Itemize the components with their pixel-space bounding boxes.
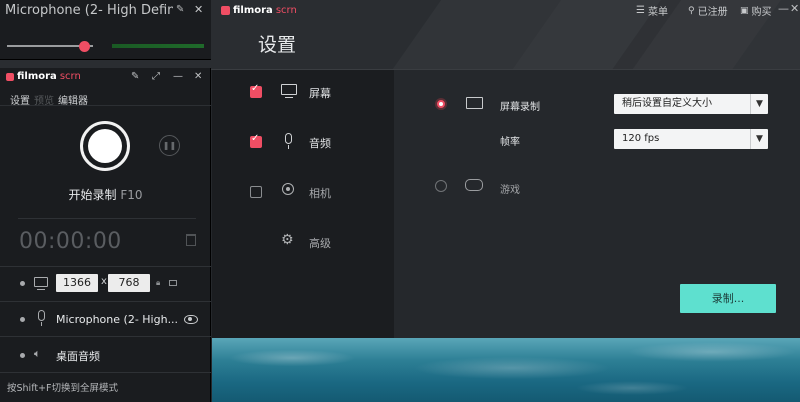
- buy-label: 购买: [751, 7, 772, 18]
- screen-size-select[interactable]: 稍后设置自定义大小 ▼: [614, 94, 768, 114]
- gamepad-icon: [465, 179, 483, 191]
- eye-icon[interactable]: [184, 315, 198, 324]
- record-button[interactable]: 录制...: [680, 284, 776, 313]
- desktop-audio-label[interactable]: 桌面音频: [56, 348, 100, 364]
- fullscreen-icon: [466, 97, 483, 109]
- filmora-logo-icon: [6, 72, 14, 81]
- filmora-logo-icon: [221, 6, 230, 15]
- aspect-icon[interactable]: [169, 280, 177, 286]
- close-button[interactable]: ✕: [790, 2, 799, 15]
- nav-label-screen: 屏幕: [309, 87, 331, 100]
- monitor-stand: [285, 97, 293, 98]
- cart-icon: ▣: [740, 5, 749, 16]
- screen-record-radio[interactable]: [435, 98, 447, 110]
- height-input[interactable]: 768: [108, 274, 150, 292]
- microphone-volume-knob[interactable]: [79, 41, 90, 52]
- buy-button[interactable]: ▣ 购买: [740, 3, 772, 19]
- gear-icon: ⚙: [281, 232, 294, 248]
- recorder-window: filmora scrn ✎ ⤢ — ✕ 设置 预览 编辑器 ❚❚ 开始录制 F…: [0, 68, 211, 402]
- microphone-window-title: Microphone (2- High Defini: [5, 3, 173, 18]
- divider: [0, 336, 211, 337]
- monitor-stand: [37, 289, 45, 290]
- microphone-icon: [38, 310, 45, 321]
- pause-button[interactable]: ❚❚: [159, 135, 180, 156]
- divider: [18, 218, 196, 219]
- start-record-shortcut: F10: [120, 188, 143, 202]
- chevron-down-icon: ▼: [750, 94, 768, 114]
- frame-rate-select[interactable]: 120 fps ▼: [614, 129, 768, 149]
- register-button[interactable]: ⚲ 已注册: [688, 3, 728, 19]
- divider: [0, 372, 211, 373]
- nav-label-camera: 相机: [309, 187, 331, 200]
- menu-button[interactable]: ☰ 菜单: [636, 3, 668, 18]
- game-label: 游戏: [500, 185, 520, 196]
- expand-icon[interactable]: ⤢: [152, 71, 160, 82]
- audio-checkbox[interactable]: [250, 133, 262, 148]
- hamburger-icon: ☰: [636, 5, 645, 16]
- start-record-button[interactable]: [80, 121, 130, 171]
- row-bullet: [20, 317, 25, 322]
- settings-nav: [212, 70, 394, 338]
- screen-record-label: 屏幕录制: [500, 102, 540, 113]
- trash-icon[interactable]: [186, 234, 196, 246]
- page-title: 设置: [258, 34, 297, 56]
- record-timer: 00:00:00: [19, 229, 122, 254]
- speaker-icon: 🔈︎: [34, 347, 41, 360]
- register-label: 已注册: [697, 7, 728, 18]
- divider: [0, 266, 211, 267]
- nav-label-audio: 音频: [309, 137, 331, 150]
- frame-rate-value: 120 fps: [622, 133, 660, 144]
- recorder-logo: filmora scrn: [6, 71, 81, 82]
- close-icon[interactable]: ✕: [194, 71, 202, 82]
- key-icon: ⚲: [688, 5, 695, 16]
- start-record-label: 开始录制 F10: [0, 186, 211, 203]
- minimize-button[interactable]: —: [778, 2, 789, 15]
- microphone-source-label[interactable]: Microphone (2- High...: [56, 313, 178, 326]
- frame-rate-label: 帧率: [500, 137, 520, 148]
- brand-name: filmora: [233, 5, 273, 16]
- screen-size-value: 稍后设置自定义大小: [622, 98, 712, 109]
- webcam-lens: [286, 187, 290, 191]
- monitor-icon: [281, 84, 297, 95]
- divider: [0, 105, 211, 106]
- filmora-logo: filmora scrn: [221, 5, 297, 16]
- chevron-down-icon: ▼: [750, 129, 768, 149]
- row-bullet: [20, 353, 25, 358]
- recorder-brand-name: filmora: [17, 71, 57, 82]
- microphone-window: Microphone (2- High Defini ✎ ✕: [0, 0, 211, 60]
- close-icon[interactable]: ✕: [194, 3, 203, 16]
- microphone-icon: [285, 133, 292, 144]
- screen-checkbox[interactable]: [250, 83, 262, 98]
- microphone-stand: [288, 145, 289, 149]
- fullscreen-hint: 按Shift+F切换到全屏模式: [7, 383, 119, 394]
- game-radio[interactable]: [435, 180, 447, 192]
- menu-label: 菜单: [647, 7, 668, 18]
- microphone-stand: [41, 322, 42, 326]
- microphone-level-meter: [112, 44, 204, 48]
- times-sign: x: [101, 276, 107, 287]
- monitor-icon: [34, 277, 48, 287]
- pin-icon[interactable]: ✎: [176, 4, 184, 15]
- row-bullet: [20, 281, 25, 286]
- pin-icon[interactable]: ✎: [131, 71, 139, 82]
- divider: [0, 301, 211, 302]
- width-input[interactable]: 1366: [56, 274, 98, 292]
- nav-label-advanced: 高级: [309, 237, 331, 250]
- camera-checkbox[interactable]: [250, 186, 262, 198]
- ocean-background-image: [212, 338, 800, 402]
- lock-icon[interactable]: 🔒︎: [156, 278, 160, 288]
- brand-suffix: scrn: [275, 5, 297, 16]
- recorder-brand-suffix: scrn: [59, 71, 81, 82]
- minimize-icon[interactable]: —: [173, 71, 183, 82]
- start-record-text: 开始录制: [68, 188, 117, 202]
